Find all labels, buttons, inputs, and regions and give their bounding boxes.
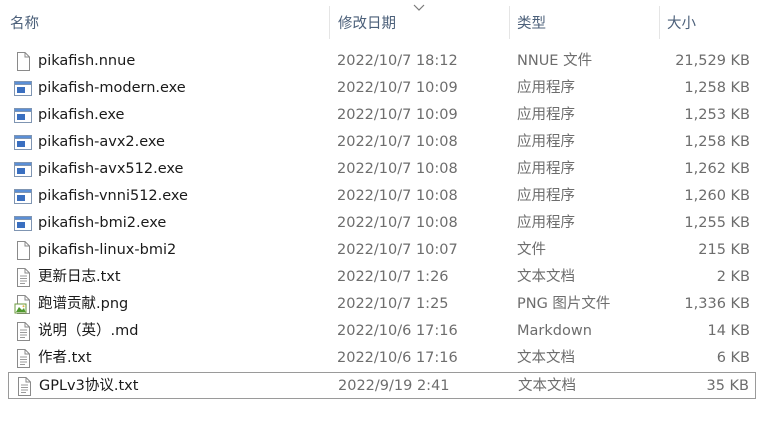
file-modified-date: 2022/10/7 10:08 [337, 215, 458, 231]
exe-icon [14, 106, 32, 125]
text-file-icon [15, 377, 33, 396]
sort-descending-icon [413, 4, 425, 11]
file-size: 21,529 KB [675, 53, 750, 69]
file-modified-date: 2022/10/7 10:08 [337, 134, 458, 150]
file-type: NNUE 文件 [517, 53, 593, 69]
text-file-icon [14, 268, 32, 287]
file-name: pikafish-avx512.exe [38, 161, 184, 177]
file-size: 1,262 KB [684, 161, 750, 177]
file-modified-date: 2022/10/7 10:07 [337, 242, 458, 258]
file-name: 跑谱贡献.png [38, 296, 129, 312]
exe-icon [14, 160, 32, 179]
file-size: 1,336 KB [684, 296, 750, 312]
file-row[interactable]: pikafish-avx512.exe 2022/10/7 10:08 应用程序 1,… [8, 156, 756, 183]
file-row[interactable]: 跑谱贡献.png 2022/10/7 1:25 PNG 图片文件 1,336 KB [8, 291, 756, 318]
file-name: pikafish-linux-bmi2 [38, 242, 177, 258]
file-type: 应用程序 [517, 161, 575, 177]
text-file-icon [14, 322, 32, 341]
file-name: pikafish-avx2.exe [38, 134, 165, 150]
file-modified-date: 2022/10/7 1:26 [337, 269, 449, 285]
file-size: 1,253 KB [684, 107, 750, 123]
file-modified-date: 2022/10/7 18:12 [337, 53, 458, 69]
image-file-icon [14, 295, 32, 314]
file-row[interactable]: 说明（英）.md 2022/10/6 17:16 Markdown 14 KB [8, 318, 756, 345]
file-row[interactable]: GPLv3协议.txt 2022/9/19 2:41 文本文档 35 KB [8, 372, 756, 399]
file-modified-date: 2022/10/7 10:08 [337, 161, 458, 177]
exe-icon [14, 133, 32, 152]
file-name: 更新日志.txt [38, 269, 121, 285]
file-row[interactable]: pikafish-modern.exe 2022/10/7 10:09 应用程序 1,… [8, 75, 756, 102]
file-modified-date: 2022/10/7 10:09 [337, 107, 458, 123]
column-header-date-label: 修改日期 [338, 16, 396, 32]
file-type: 文本文档 [518, 378, 576, 394]
column-header-bar: 名称 修改日期 类型 大小 [0, 0, 776, 45]
file-explorer-details-view: 名称 修改日期 类型 大小 pikafish.nnue 2022/10/7 18:… [0, 0, 776, 426]
file-row[interactable]: pikafish.nnue 2022/10/7 18:12 NNUE 文件 21,52… [8, 48, 756, 75]
file-name: pikafish-vnni512.exe [38, 188, 188, 204]
exe-icon [14, 214, 32, 233]
file-row[interactable]: pikafish.exe 2022/10/7 10:09 应用程序 1,253 KB [8, 102, 756, 129]
file-type: Markdown [517, 323, 592, 339]
file-modified-date: 2022/10/7 10:08 [337, 188, 458, 204]
file-name: pikafish.exe [38, 107, 125, 123]
file-size: 1,258 KB [684, 134, 750, 150]
file-modified-date: 2022/10/7 1:25 [337, 296, 449, 312]
file-type: PNG 图片文件 [517, 296, 611, 312]
file-type: 文本文档 [517, 269, 575, 285]
file-row[interactable]: 作者.txt 2022/10/6 17:16 文本文档 6 KB [8, 345, 756, 372]
file-name: 作者.txt [38, 350, 92, 366]
column-header-type-label: 类型 [517, 16, 546, 32]
text-file-icon [14, 349, 32, 368]
file-size: 1,255 KB [684, 215, 750, 231]
file-type: 应用程序 [517, 80, 575, 96]
column-header-name-label: 名称 [10, 16, 39, 32]
file-size: 6 KB [716, 350, 750, 366]
file-row[interactable]: pikafish-bmi2.exe 2022/10/7 10:08 应用程序 1,25… [8, 210, 756, 237]
file-type: 文本文档 [517, 350, 575, 366]
file-name: pikafish.nnue [38, 53, 136, 69]
exe-icon [14, 79, 32, 98]
file-size: 2 KB [716, 269, 750, 285]
file-type: 应用程序 [517, 215, 575, 231]
file-icon [14, 52, 32, 71]
file-modified-date: 2022/10/6 17:16 [337, 350, 458, 366]
file-row[interactable]: pikafish-avx2.exe 2022/10/7 10:08 应用程序 1,25… [8, 129, 756, 156]
file-row[interactable]: 更新日志.txt 2022/10/7 1:26 文本文档 2 KB [8, 264, 756, 291]
file-type: 应用程序 [517, 107, 575, 123]
file-size: 1,260 KB [684, 188, 750, 204]
file-modified-date: 2022/10/7 10:09 [337, 80, 458, 96]
file-size: 35 KB [706, 378, 749, 394]
file-name: pikafish-bmi2.exe [38, 215, 167, 231]
exe-icon [14, 187, 32, 206]
file-type: 应用程序 [517, 188, 575, 204]
column-header-size-label: 大小 [667, 16, 696, 32]
file-type: 应用程序 [517, 134, 575, 150]
file-type: 文件 [517, 242, 546, 258]
file-name: GPLv3协议.txt [39, 378, 139, 394]
file-row[interactable]: pikafish-vnni512.exe 2022/10/7 10:08 应用程序 1… [8, 183, 756, 210]
file-size: 14 KB [707, 323, 750, 339]
file-size: 215 KB [698, 242, 750, 258]
column-header-type[interactable]: 类型 [510, 0, 660, 45]
file-modified-date: 2022/10/6 17:16 [337, 323, 458, 339]
file-name: 说明（英）.md [38, 323, 139, 339]
column-header-name[interactable]: 名称 [0, 0, 330, 45]
file-icon [14, 241, 32, 260]
file-size: 1,258 KB [684, 80, 750, 96]
file-modified-date: 2022/9/19 2:41 [338, 378, 450, 394]
file-row[interactable]: pikafish-linux-bmi2 2022/10/7 10:07 文件 215 … [8, 237, 756, 264]
column-header-size[interactable]: 大小 [660, 0, 776, 45]
file-name: pikafish-modern.exe [38, 80, 186, 96]
